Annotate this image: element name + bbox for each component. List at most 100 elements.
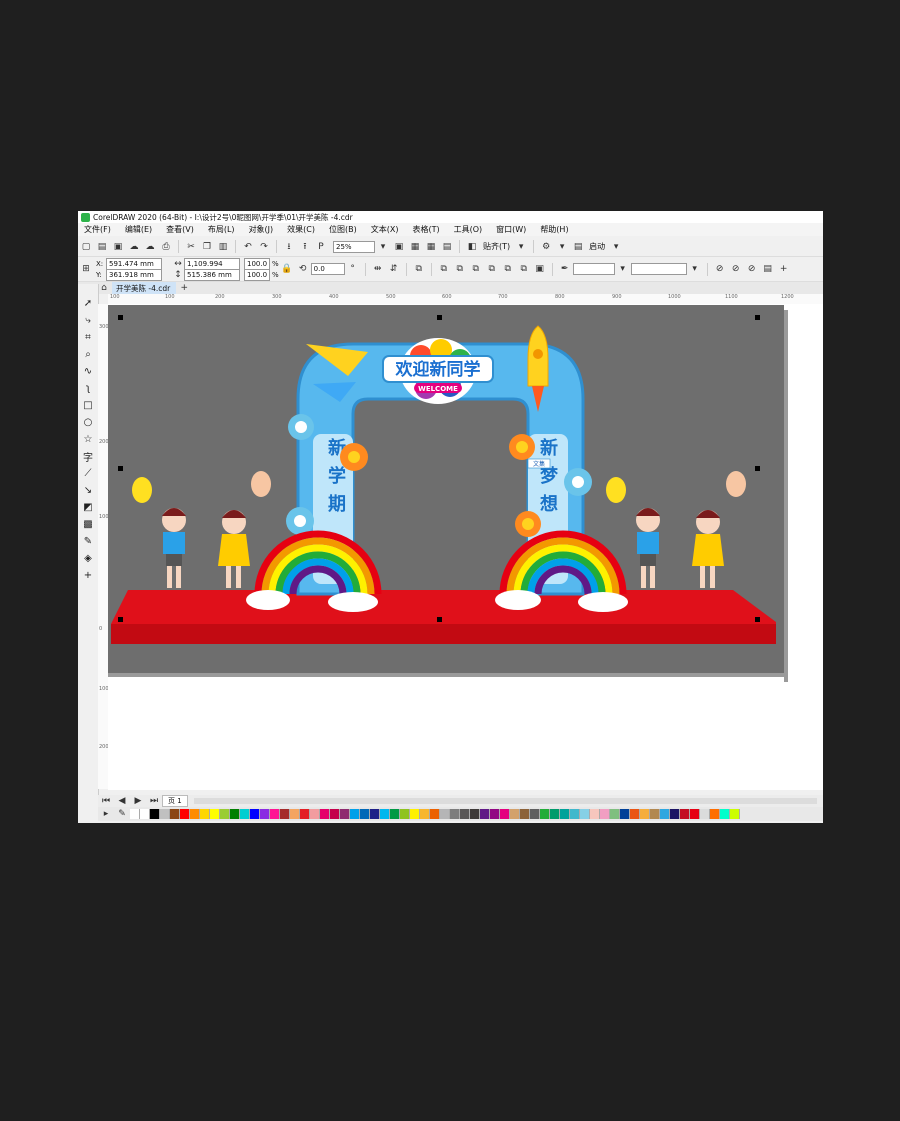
selection-handle[interactable] (118, 315, 123, 320)
color-swatch[interactable] (150, 809, 160, 819)
pdf-icon[interactable]: P (315, 241, 327, 253)
back-minus-front-icon[interactable]: ⧉ (518, 263, 530, 275)
color-swatch[interactable] (200, 809, 210, 819)
wrap-text-icon[interactable]: ⊘ (714, 263, 726, 275)
drop-shadow-icon[interactable]: ◩ (81, 500, 95, 514)
ellipse-tool-icon[interactable]: ○ (81, 415, 95, 429)
intersect-icon[interactable]: ⧉ (470, 263, 482, 275)
color-swatch[interactable] (670, 809, 680, 819)
add-tool-icon[interactable]: + (81, 568, 95, 582)
color-swatch[interactable] (710, 809, 720, 819)
selection-handle[interactable] (755, 466, 760, 471)
color-swatch[interactable] (330, 809, 340, 819)
height-input[interactable]: 515.386 mm (184, 268, 240, 281)
color-swatch[interactable] (560, 809, 570, 819)
color-swatch[interactable] (390, 809, 400, 819)
menu-object[interactable]: 对象(J) (249, 224, 274, 235)
color-swatch[interactable] (720, 809, 730, 819)
undo-icon[interactable]: ↶ (242, 241, 254, 253)
color-swatch[interactable] (690, 809, 700, 819)
color-swatch[interactable] (270, 809, 280, 819)
color-swatch[interactable] (460, 809, 470, 819)
menu-window[interactable]: 窗口(W) (496, 224, 526, 235)
color-swatch[interactable] (400, 809, 410, 819)
full-screen-icon[interactable]: ▣ (393, 241, 405, 253)
selection-handle[interactable] (755, 617, 760, 622)
cloud-download-icon[interactable]: ☁ (144, 241, 156, 253)
transform-icon[interactable]: ⊘ (746, 263, 758, 275)
color-swatch[interactable] (360, 809, 370, 819)
prev-page-icon[interactable]: ◀ (116, 795, 128, 807)
next-page-icon[interactable]: ▶ (132, 795, 144, 807)
selection-handle[interactable] (755, 315, 760, 320)
line-style-select[interactable] (630, 263, 687, 275)
parallel-dimension-icon[interactable]: ⟋ (81, 466, 95, 480)
freehand-tool-icon[interactable]: ∿ (81, 364, 95, 378)
color-swatch[interactable] (190, 809, 200, 819)
home-icon[interactable]: ⌂ (98, 282, 110, 294)
color-swatch[interactable] (300, 809, 310, 819)
quick-trace-icon[interactable]: ⊘ (730, 263, 742, 275)
color-swatch[interactable] (600, 809, 610, 819)
color-swatch[interactable] (680, 809, 690, 819)
snap-dropdown-icon[interactable]: ▾ (515, 241, 527, 253)
color-swatch[interactable] (580, 809, 590, 819)
polygon-tool-icon[interactable]: ☆ (81, 432, 95, 446)
no-color-swatch[interactable] (130, 809, 140, 819)
selection-handle[interactable] (437, 617, 442, 622)
color-swatch[interactable] (370, 809, 380, 819)
color-swatch[interactable] (340, 809, 350, 819)
color-swatch[interactable] (550, 809, 560, 819)
text-tool-icon[interactable]: 字 (81, 449, 95, 464)
y-position-input[interactable]: 361.918 mm (106, 268, 162, 281)
copy-icon[interactable]: ❐ (201, 241, 213, 253)
menu-text[interactable]: 文本(X) (371, 224, 399, 235)
shape-tool-icon[interactable]: ⤷ (81, 313, 95, 327)
selection-handle[interactable] (437, 315, 442, 320)
scale-y-input[interactable]: 100.0 (244, 268, 270, 281)
menu-layout[interactable]: 布局(L) (208, 224, 235, 235)
document-tab[interactable]: 开学美陈 -4.cdr (112, 282, 177, 294)
launch-button[interactable]: 启动 (589, 241, 605, 252)
boundary-icon[interactable]: ▣ (534, 263, 546, 275)
color-swatch[interactable] (590, 809, 600, 819)
color-swatch[interactable] (290, 809, 300, 819)
zoom-dropdown-icon[interactable]: ▾ (377, 241, 389, 253)
color-swatch[interactable] (660, 809, 670, 819)
weld-icon[interactable]: ⧉ (438, 263, 450, 275)
options-dropdown-icon[interactable]: ▾ (556, 241, 568, 253)
outline-pen-icon[interactable]: ✒ (559, 263, 571, 275)
object-properties-icon[interactable]: ▤ (762, 263, 774, 275)
outline-width-dropdown-icon[interactable]: ▾ (617, 263, 629, 275)
ungroup-icon[interactable]: ⧉ (413, 263, 425, 275)
guidelines-icon[interactable]: ▤ (441, 241, 453, 253)
add-toolbar-icon[interactable]: + (778, 263, 790, 275)
color-swatch[interactable] (470, 809, 480, 819)
color-swatch[interactable] (430, 809, 440, 819)
color-swatch[interactable] (410, 809, 420, 819)
color-swatch[interactable] (380, 809, 390, 819)
color-swatch[interactable] (160, 809, 170, 819)
color-swatch[interactable] (530, 809, 540, 819)
redo-icon[interactable]: ↷ (258, 241, 270, 253)
color-swatch[interactable] (640, 809, 650, 819)
color-swatch[interactable] (250, 809, 260, 819)
zoom-tool-icon[interactable]: ⌕ (81, 347, 95, 361)
launch-icon[interactable]: ▤ (572, 241, 584, 253)
new-tab-icon[interactable]: + (178, 282, 190, 294)
cut-icon[interactable]: ✂ (185, 241, 197, 253)
menu-edit[interactable]: 编辑(E) (125, 224, 152, 235)
menu-table[interactable]: 表格(T) (412, 224, 439, 235)
outline-width-select[interactable] (572, 263, 615, 275)
connector-tool-icon[interactable]: ↘ (81, 483, 95, 497)
color-swatch[interactable] (210, 809, 220, 819)
cloud-upload-icon[interactable]: ☁ (128, 241, 140, 253)
crop-tool-icon[interactable]: ⌗ (81, 330, 95, 344)
rulers-icon[interactable]: ▦ (409, 241, 421, 253)
snap-icon[interactable]: ◧ (466, 241, 478, 253)
lock-ratio-icon[interactable]: 🔒 (281, 263, 293, 275)
drawing-canvas[interactable]: 欢迎新同学 WELCOME 新 学 期 新 梦 想 文集 (108, 304, 823, 790)
mirror-h-icon[interactable]: ⇹ (372, 263, 384, 275)
first-page-icon[interactable]: ⏮ (100, 795, 112, 807)
layout-icon[interactable]: ⊞ (80, 263, 92, 275)
